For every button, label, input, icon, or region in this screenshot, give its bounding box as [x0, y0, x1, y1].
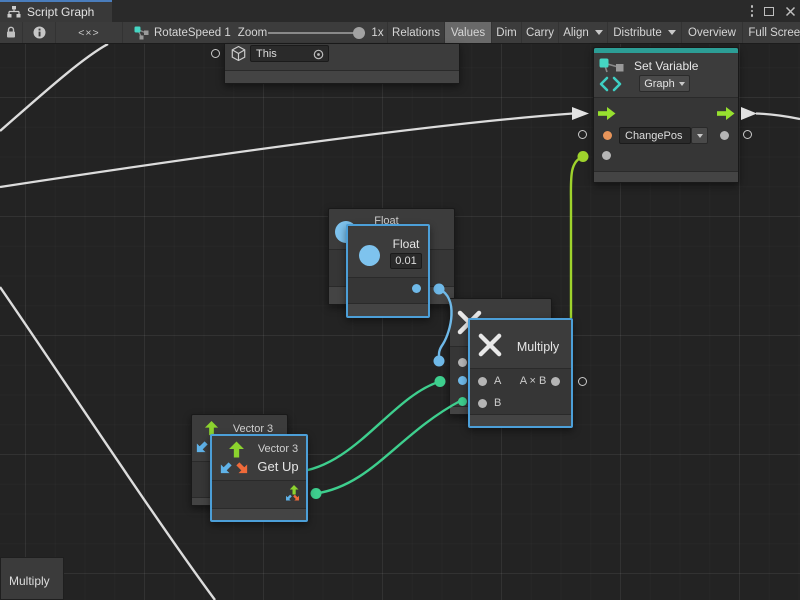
- wire-endpoint: [434, 356, 445, 367]
- window-titlebar: Script Graph: [0, 0, 800, 22]
- script-graph-icon: [7, 5, 21, 19]
- window-menu-icon[interactable]: [751, 5, 754, 17]
- caret-down-icon: [668, 30, 676, 35]
- values-button[interactable]: Values: [444, 22, 491, 43]
- graph-breadcrumb-label: RotateSpeed 1: [154, 27, 231, 39]
- result-wire-to-set-variable: [571, 157, 583, 319]
- graph-canvas[interactable]: Float Vector 3: [0, 44, 800, 600]
- overview-button[interactable]: Overview: [681, 22, 742, 43]
- wire-endpoint: [311, 488, 322, 499]
- float-value: 0.01: [395, 255, 416, 267]
- port-preview-circle[interactable]: [578, 130, 587, 139]
- flow-arrow-out: [741, 107, 757, 120]
- fullscreen-button[interactable]: Full Screen: [742, 22, 800, 43]
- variables-button[interactable]: <×>: [55, 22, 122, 43]
- float-output-port[interactable]: [412, 284, 421, 293]
- port-label-b: B: [494, 397, 501, 409]
- port-preview-circle[interactable]: [578, 377, 587, 386]
- lock-icon: [5, 26, 17, 39]
- port-label-output: A × B: [512, 375, 554, 387]
- zoom-slider-handle[interactable]: [353, 27, 365, 39]
- lock-button[interactable]: [0, 22, 22, 43]
- wire-endpoint: [434, 284, 445, 295]
- arrow-downleft-icon: [218, 461, 233, 476]
- node-title: Multiply: [508, 340, 568, 354]
- align-label: Align: [563, 27, 589, 39]
- tab-script-graph[interactable]: Script Graph: [0, 0, 112, 22]
- inspect-button[interactable]: [22, 22, 55, 43]
- flow-wire-offscreen-bottom: [0, 287, 215, 600]
- output-port[interactable]: [551, 377, 560, 386]
- distribute-label: Distribute: [613, 27, 662, 39]
- input-port-a[interactable]: [478, 377, 487, 386]
- wire-endpoint: [578, 151, 589, 162]
- script-graph-window: Script Graph <×>: [0, 0, 800, 600]
- flow-wire-out-of-set-variable: [756, 114, 800, 120]
- zoom-value: 1x: [368, 22, 387, 43]
- node-type-title: Vector 3: [252, 443, 304, 455]
- node-title: Float: [386, 237, 426, 251]
- node-title: Multiply: [9, 574, 50, 588]
- carry-button[interactable]: Carry: [521, 22, 558, 43]
- multiply-icon: [477, 332, 503, 358]
- dim-button[interactable]: Dim: [491, 22, 521, 43]
- wire-layer: [0, 44, 800, 600]
- relations-button[interactable]: Relations: [387, 22, 444, 43]
- zoom-slider-track[interactable]: [268, 32, 365, 34]
- port-preview-circle[interactable]: [211, 49, 220, 58]
- graph-node-icon: [134, 26, 149, 40]
- angle-x-icon: <×>: [78, 27, 99, 39]
- input-port-b[interactable]: [478, 399, 487, 408]
- wire-endpoint: [435, 376, 446, 387]
- zoom-label: Zoom: [237, 22, 268, 43]
- flow-wire-into-set-variable: [0, 114, 573, 188]
- float-value-field[interactable]: 0.01: [390, 253, 422, 269]
- distribute-button[interactable]: Distribute: [607, 22, 681, 43]
- flow-wire-offscreen-top: [0, 44, 108, 131]
- tab-title: Script Graph: [27, 5, 94, 19]
- vector3-get-up-node[interactable]: Vector 3 Get Up: [210, 434, 308, 522]
- corner-multiply-node[interactable]: Multiply: [0, 557, 64, 600]
- align-button[interactable]: Align: [558, 22, 607, 43]
- vector3-wire-upper: [296, 382, 440, 473]
- float-node[interactable]: Float 0.01: [346, 224, 430, 318]
- multiply-node[interactable]: Multiply A A × B B: [468, 318, 573, 428]
- caret-down-icon: [595, 30, 603, 35]
- node-title: Get Up: [250, 459, 306, 474]
- float-value-wire: [439, 289, 452, 361]
- float-type-icon: [359, 245, 380, 266]
- close-icon[interactable]: [785, 6, 796, 17]
- arrow-up-icon: [228, 441, 245, 459]
- graph-toolbar: <×> RotateSpeed 1 Zoom 1x Relations Valu…: [0, 22, 800, 44]
- port-preview-circle[interactable]: [743, 130, 752, 139]
- flow-arrow-in: [572, 107, 589, 120]
- info-icon: [33, 26, 46, 39]
- port-label-a: A: [494, 375, 501, 387]
- arrow-downright-icon: [235, 461, 250, 476]
- maximize-icon[interactable]: [764, 7, 774, 16]
- vector3-output-port[interactable]: [284, 485, 301, 503]
